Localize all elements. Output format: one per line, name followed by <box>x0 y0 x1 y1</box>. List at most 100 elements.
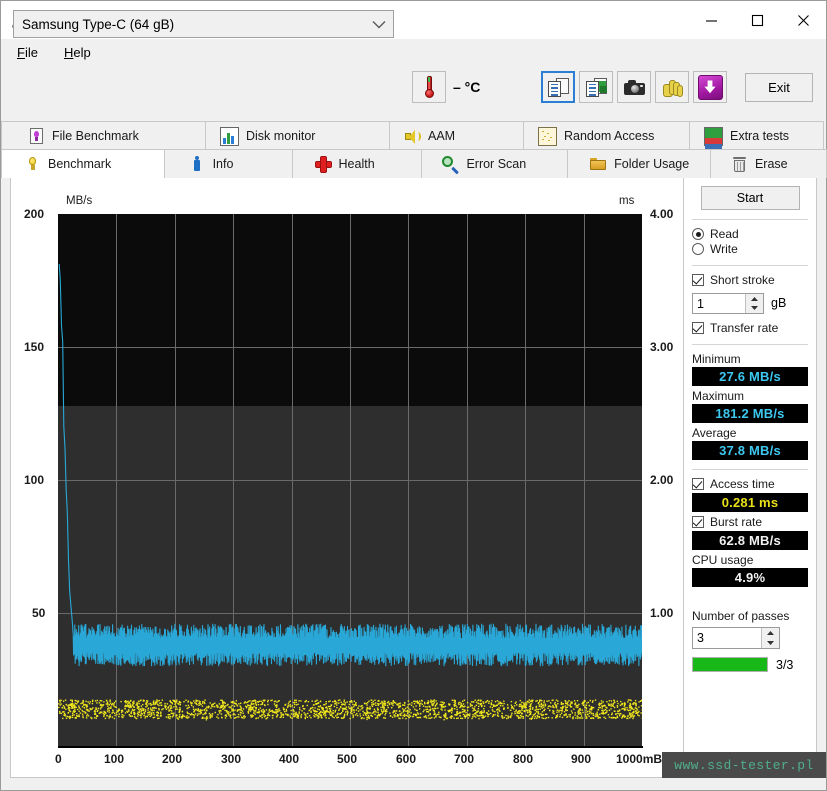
thermometer-icon <box>424 76 434 98</box>
passes-stepper[interactable]: 3 <box>692 627 780 649</box>
tab-row-lower: Benchmark Info Health Error Scan Folder … <box>1 149 827 178</box>
menu-help-rest: elp <box>73 44 91 60</box>
tab-benchmark[interactable]: Benchmark <box>1 149 165 178</box>
x-tick-100: 100 <box>104 752 125 766</box>
copy-to-clipboard-button[interactable] <box>541 71 575 103</box>
tab-benchmark-label: Benchmark <box>48 157 112 171</box>
checkbox-burst-rate[interactable]: Burst rate <box>692 515 808 529</box>
checkbox-burst-rate-label: Burst rate <box>710 515 763 529</box>
tab-error-scan[interactable]: Error Scan <box>421 149 569 178</box>
passes-down-arrow[interactable] <box>762 638 779 648</box>
speaker-icon <box>404 128 421 145</box>
checkbox-access-time[interactable]: Access time <box>692 477 808 491</box>
close-button[interactable] <box>780 1 826 39</box>
y-tick-50: 50 <box>32 606 46 620</box>
tab-folder-usage[interactable]: Folder Usage <box>567 149 711 178</box>
maximum-label: Maximum <box>692 389 745 403</box>
export-document-icon <box>585 77 607 97</box>
passes-label: Number of passes <box>692 609 790 623</box>
cpu-usage-value: 4.9% <box>692 568 808 587</box>
radio-read-label: Read <box>710 227 739 241</box>
y2-tick-400: 4.00 <box>650 207 674 221</box>
checkbox-access-time-indicator <box>692 478 704 490</box>
exit-button[interactable]: Exit <box>745 73 813 102</box>
tab-file-benchmark-label: File Benchmark <box>52 129 139 143</box>
x-tick-900: 900 <box>571 752 592 766</box>
short-stroke-up-arrow[interactable] <box>746 294 763 304</box>
drive-select[interactable]: Samsung Type-C (64 gB) <box>13 10 394 38</box>
bulb-icon <box>24 156 41 173</box>
checkbox-short-stroke-indicator <box>692 274 704 286</box>
temperature-value: – °C <box>453 79 481 95</box>
benchmark-compare-button[interactable] <box>655 71 689 103</box>
tab-disk-monitor-label: Disk monitor <box>246 129 316 143</box>
tab-bar: File Benchmark Disk monitor AAM Random A… <box>1 121 827 179</box>
tab-error-scan-label: Error Scan <box>466 157 527 171</box>
tab-erase[interactable]: Erase <box>709 149 827 178</box>
tab-disk-monitor[interactable]: Disk monitor <box>205 121 390 150</box>
tab-info[interactable]: Info <box>163 149 293 178</box>
export-to-excel-button[interactable] <box>579 71 613 103</box>
chevron-down-icon <box>365 20 393 29</box>
screenshot-button[interactable] <box>617 71 651 103</box>
minimize-button[interactable] <box>688 1 734 39</box>
tab-extra-tests-label: Extra tests <box>730 129 790 143</box>
radio-write-label: Write <box>710 242 738 256</box>
tab-aam[interactable]: AAM <box>389 121 524 150</box>
benchmark-options-panel: Start Read Write Short stroke 1 gB Trans… <box>683 178 816 776</box>
short-stroke-value: 1 <box>697 296 704 311</box>
bar-chart-icon <box>220 126 239 146</box>
x-tick-500: 500 <box>337 752 358 766</box>
temperature-button[interactable] <box>412 71 446 103</box>
divider <box>692 219 808 220</box>
info-icon <box>189 155 206 173</box>
checkbox-transfer-rate[interactable]: Transfer rate <box>692 321 808 335</box>
trash-icon <box>731 156 748 173</box>
passes-arrows[interactable] <box>761 628 779 648</box>
short-stroke-down-arrow[interactable] <box>746 304 763 314</box>
divider <box>692 344 808 345</box>
start-button[interactable]: Start <box>700 186 800 210</box>
y2-tick-300: 3.00 <box>650 340 674 354</box>
cpu-usage-label: CPU usage <box>692 553 754 567</box>
hand-icon <box>662 79 683 97</box>
short-stroke-arrows[interactable] <box>745 294 763 313</box>
scatter-dots-icon <box>538 126 557 146</box>
short-stroke-stepper[interactable]: 1 <box>692 293 764 314</box>
passes-progress-bar <box>692 657 768 672</box>
tab-file-benchmark[interactable]: File Benchmark <box>1 121 206 150</box>
radio-write[interactable]: Write <box>692 242 808 256</box>
y-tick-150: 150 <box>24 340 45 354</box>
tab-random-access[interactable]: Random Access <box>523 121 690 150</box>
red-cross-icon <box>314 155 332 173</box>
maximize-button[interactable] <box>734 1 780 39</box>
x-tick-600: 600 <box>396 752 417 766</box>
copy-document-icon <box>547 77 569 97</box>
menu-item-help[interactable]: Help <box>54 42 101 63</box>
tab-health[interactable]: Health <box>291 149 423 178</box>
average-value: 37.8 MB/s <box>692 441 808 460</box>
plot-area <box>58 214 642 746</box>
start-button-label: Start <box>736 191 764 205</box>
menu-bar: File Help <box>1 39 826 65</box>
minimum-label: Minimum <box>692 352 741 366</box>
maximum-value: 181.2 MB/s <box>692 404 808 423</box>
passes-up-arrow[interactable] <box>762 628 779 638</box>
divider <box>692 265 808 266</box>
bulb-document-icon <box>28 127 45 145</box>
checkbox-short-stroke-label: Short stroke <box>710 273 775 287</box>
hdtune-window: HD Tune Pro 5.75 - Hard Disk/SSD Utility… <box>0 0 827 791</box>
checkbox-burst-rate-indicator <box>692 516 704 528</box>
tab-erase-label: Erase <box>754 157 788 171</box>
minimum-value: 27.6 MB/s <box>692 367 808 386</box>
tab-extra-tests[interactable]: Extra tests <box>689 121 824 156</box>
download-button[interactable] <box>693 71 727 103</box>
download-arrow-icon <box>697 74 723 100</box>
y-tick-200: 200 <box>24 207 45 221</box>
menu-item-file[interactable]: File <box>7 42 48 63</box>
radio-read[interactable]: Read <box>692 227 808 241</box>
checkbox-short-stroke[interactable]: Short stroke <box>692 273 808 287</box>
y-axis-unit-label: MB/s <box>66 195 93 207</box>
x-tick-0: 0 <box>55 752 62 766</box>
x-tick-300: 300 <box>221 752 242 766</box>
